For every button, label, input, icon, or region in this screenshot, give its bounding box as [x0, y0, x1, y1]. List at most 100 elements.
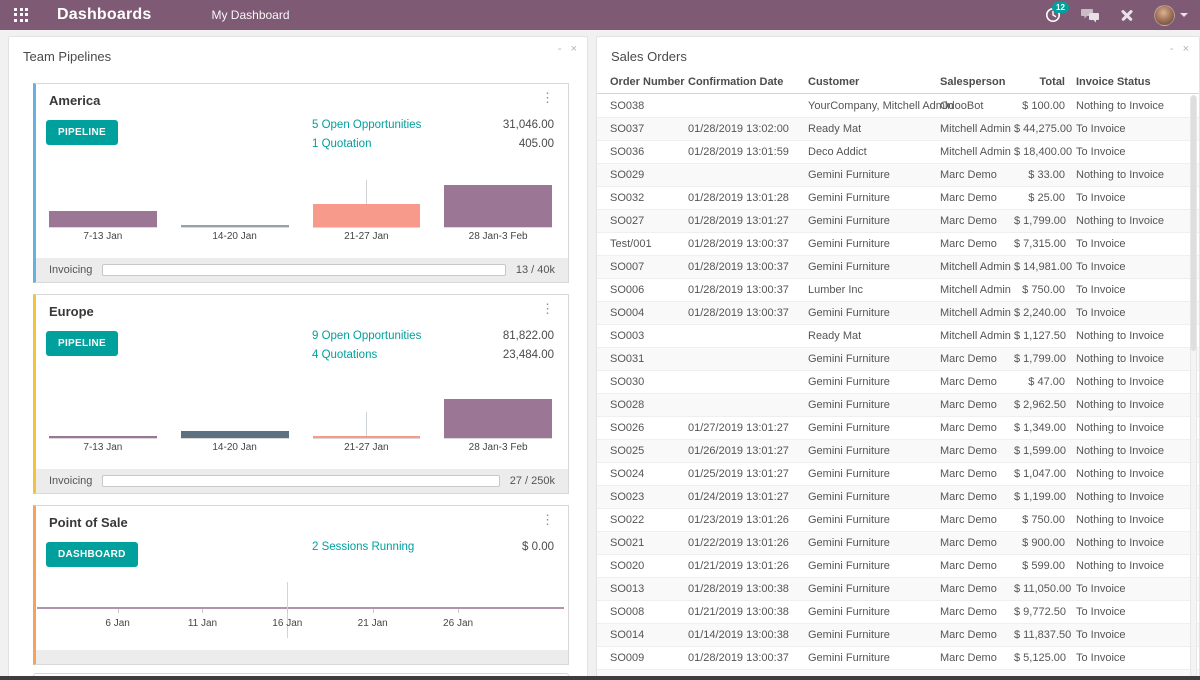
- cell: Nothing to Invoice: [1065, 353, 1181, 365]
- invoicing-label: Invoicing: [49, 264, 92, 276]
- cell: Marc Demo: [940, 629, 1014, 641]
- chart-slot: 7-13 Jan: [37, 211, 169, 242]
- axis-line: [444, 227, 552, 228]
- table-row[interactable]: SO02201/23/2019 13:01:26Gemini Furniture…: [597, 508, 1199, 531]
- table-row[interactable]: SO00901/28/2019 13:00:37Gemini Furniture…: [597, 646, 1199, 669]
- table-row[interactable]: SO02401/25/2019 13:01:27Gemini Furniture…: [597, 462, 1199, 485]
- table-row[interactable]: SO02701/28/2019 13:01:27Gemini Furniture…: [597, 209, 1199, 232]
- bar-14-20 Jan[interactable]: [181, 225, 289, 227]
- axis-label: 21 Jan: [358, 618, 388, 629]
- chart-slot: 14-20 Jan: [169, 225, 301, 242]
- messages-icon[interactable]: [1080, 5, 1100, 25]
- cell: Gemini Furniture: [808, 491, 940, 503]
- cell: To Invoice: [1065, 238, 1181, 250]
- minimize-icon[interactable]: -: [558, 43, 562, 55]
- bar-28 Jan-3 Feb[interactable]: [444, 185, 552, 227]
- menu-my-dashboard[interactable]: My Dashboard: [211, 8, 289, 22]
- bar-21-27 Jan[interactable]: [313, 204, 421, 227]
- cell: SO020: [610, 560, 688, 572]
- open-opportunities-link[interactable]: 9 Open Opportunities: [312, 330, 421, 342]
- table-row[interactable]: Test/00101/28/2019 13:00:37Gemini Furnit…: [597, 232, 1199, 255]
- stats-block: 5 Open Opportunities 31,046.00 1 Quotati…: [312, 119, 554, 150]
- cell: SO036: [610, 146, 688, 158]
- table-row[interactable]: SO02601/27/2019 13:01:27Gemini Furniture…: [597, 416, 1199, 439]
- quotations-link[interactable]: 4 Quotations: [312, 349, 377, 361]
- dashboard-button[interactable]: DASHBOARD: [46, 542, 138, 567]
- cell: $ 11,050.00: [1014, 583, 1065, 595]
- bar-7-13 Jan[interactable]: [49, 211, 157, 227]
- invoicing-progress-bar[interactable]: [102, 264, 505, 276]
- table-row[interactable]: SO01401/14/2019 13:00:38Gemini Furniture…: [597, 623, 1199, 646]
- column-header[interactable]: Salesperson: [940, 76, 1014, 88]
- cell: 01/28/2019 13:01:27: [688, 215, 808, 227]
- cell: To Invoice: [1065, 629, 1181, 641]
- column-header[interactable]: Invoice Status: [1065, 76, 1181, 88]
- table-row[interactable]: SO030Gemini FurnitureMarc Demo$ 47.00Not…: [597, 370, 1199, 393]
- app-title[interactable]: Dashboards: [57, 6, 151, 24]
- table-row[interactable]: SO038YourCompany, Mitchell AdminOdooBot$…: [597, 94, 1199, 117]
- pipeline-button[interactable]: PIPELINE: [46, 331, 118, 356]
- cell: YourCompany, Mitchell Admin: [808, 100, 940, 112]
- table-row[interactable]: SO02001/21/2019 13:01:26Gemini Furniture…: [597, 554, 1199, 577]
- cell: $ 1,799.00: [1014, 215, 1065, 227]
- kebab-menu-icon[interactable]: ⋮: [537, 515, 558, 525]
- table-row[interactable]: SO02101/22/2019 13:01:26Gemini Furniture…: [597, 531, 1199, 554]
- tools-icon[interactable]: [1117, 5, 1137, 25]
- table-row[interactable]: SO00401/28/2019 13:00:37Gemini Furniture…: [597, 301, 1199, 324]
- user-menu[interactable]: [1154, 5, 1188, 26]
- cell: To Invoice: [1065, 583, 1181, 595]
- cell: SO027: [610, 215, 688, 227]
- stat-value: 81,822.00: [503, 330, 554, 342]
- bar-21-27 Jan[interactable]: [313, 436, 421, 438]
- open-opportunities-link[interactable]: 5 Open Opportunities: [312, 119, 421, 131]
- invoicing-progress-bar[interactable]: [102, 475, 499, 487]
- table-row[interactable]: SO003Ready MatMitchell Admin$ 1,127.50No…: [597, 324, 1199, 347]
- table-row[interactable]: SO029Gemini FurnitureMarc Demo$ 33.00Not…: [597, 163, 1199, 186]
- table-row[interactable]: SO00701/28/2019 13:00:37Gemini Furniture…: [597, 255, 1199, 278]
- team-pipelines-header: Team Pipelines - ×: [9, 37, 587, 71]
- activity-clock-icon[interactable]: 12: [1043, 5, 1063, 25]
- close-icon[interactable]: ×: [571, 43, 577, 55]
- cell: To Invoice: [1065, 261, 1181, 273]
- bar-7-13 Jan[interactable]: [49, 436, 157, 438]
- apps-menu-icon[interactable]: [14, 8, 29, 23]
- table-row[interactable]: SO03201/28/2019 13:01:28Gemini Furniture…: [597, 186, 1199, 209]
- cell: SO023: [610, 491, 688, 503]
- cell: SO004: [610, 307, 688, 319]
- column-header[interactable]: Total: [1014, 76, 1065, 88]
- bar-28 Jan-3 Feb[interactable]: [444, 399, 552, 438]
- cell: $ 1,349.00: [1014, 422, 1065, 434]
- vertical-scrollbar[interactable]: [1190, 95, 1197, 677]
- table-row[interactable]: SO02301/24/2019 13:01:27Gemini Furniture…: [597, 485, 1199, 508]
- table-row[interactable]: SO00601/28/2019 13:00:37Lumber IncMitche…: [597, 278, 1199, 301]
- sessions-running-link[interactable]: 2 Sessions Running: [312, 541, 414, 553]
- close-icon[interactable]: ×: [1183, 43, 1189, 55]
- cell: Gemini Furniture: [808, 560, 940, 572]
- cell: OdooBot: [940, 100, 1014, 112]
- table-row[interactable]: SO031Gemini FurnitureMarc Demo$ 1,799.00…: [597, 347, 1199, 370]
- table-row[interactable]: SO01301/28/2019 13:00:38Gemini Furniture…: [597, 577, 1199, 600]
- table-row[interactable]: SO02501/26/2019 13:01:27Gemini Furniture…: [597, 439, 1199, 462]
- kebab-menu-icon[interactable]: ⋮: [537, 93, 558, 103]
- column-header[interactable]: Confirmation Date: [688, 76, 808, 88]
- minimize-icon[interactable]: -: [1170, 43, 1174, 55]
- bar-14-20 Jan[interactable]: [181, 431, 289, 438]
- table-row[interactable]: SO00801/21/2019 13:00:38Gemini Furniture…: [597, 600, 1199, 623]
- cell: SO025: [610, 445, 688, 457]
- cell: SO032: [610, 192, 688, 204]
- column-header[interactable]: Customer: [808, 76, 940, 88]
- cell: $ 750.00: [1014, 514, 1065, 526]
- table-row[interactable]: SO03601/28/2019 13:01:59Deco AddictMitch…: [597, 140, 1199, 163]
- quotation-link[interactable]: 1 Quotation: [312, 138, 371, 150]
- cell: 01/27/2019 13:01:27: [688, 422, 808, 434]
- scrollbar-thumb[interactable]: [1191, 96, 1196, 351]
- cell: SO038: [610, 100, 688, 112]
- pipeline-button[interactable]: PIPELINE: [46, 120, 118, 145]
- cell: Gemini Furniture: [808, 399, 940, 411]
- table-row[interactable]: SO028Gemini FurnitureMarc Demo$ 2,962.50…: [597, 393, 1199, 416]
- column-header[interactable]: Order Number: [610, 76, 688, 88]
- table-row[interactable]: SO03701/28/2019 13:02:00Ready MatMitchel…: [597, 117, 1199, 140]
- cell: Marc Demo: [940, 215, 1014, 227]
- kebab-menu-icon[interactable]: ⋮: [537, 304, 558, 314]
- widget-title: America: [49, 93, 100, 108]
